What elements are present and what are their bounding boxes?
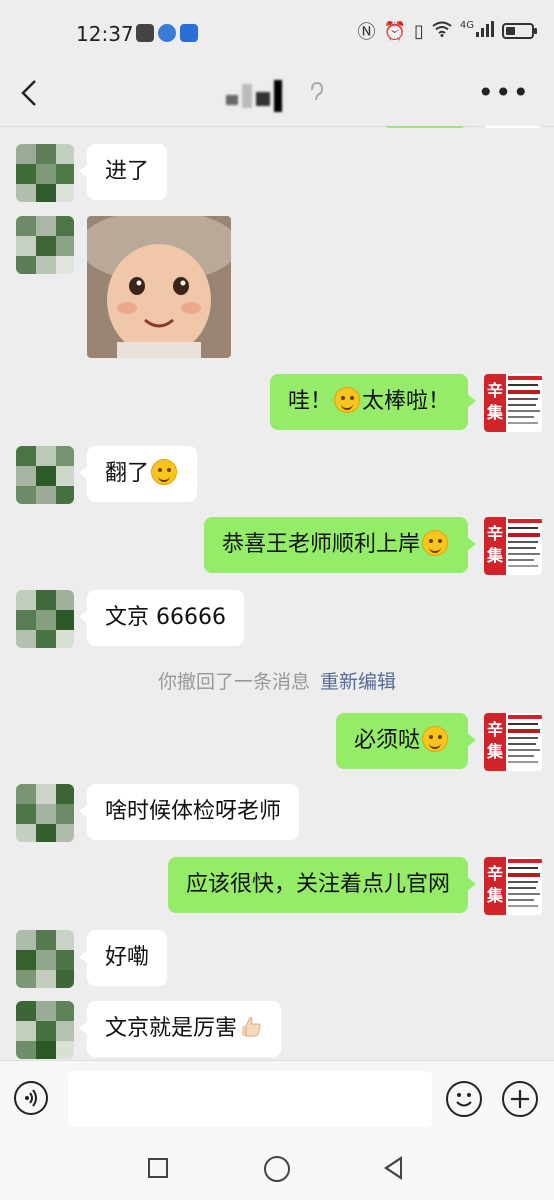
contact-avatar[interactable]	[16, 784, 74, 842]
self-avatar[interactable]: 辛集	[484, 517, 542, 575]
svg-text:辛: 辛	[487, 524, 503, 543]
message-row: 进了	[0, 144, 554, 202]
svg-text:集: 集	[486, 546, 504, 565]
contact-avatar[interactable]	[16, 1001, 74, 1059]
message-row: 翻了	[0, 446, 554, 504]
plus-icon	[511, 1090, 529, 1108]
svg-text:辛: 辛	[487, 720, 503, 739]
message-row: 文京就是厉害	[0, 1001, 554, 1059]
vibrate-icon: ▯	[413, 20, 424, 42]
status-bar: 12:37 Ⓝ ⏰ ▯ 4G	[0, 0, 554, 66]
chat-messages[interactable]: 进了 哇！ 太棒啦！ 辛集 翻了 恭喜王老师顺利上岸 辛 集 文京 66666 …	[0, 126, 554, 1060]
svg-text:辛: 辛	[487, 864, 503, 883]
more-options-button[interactable]: •••	[477, 76, 530, 109]
self-avatar[interactable]: 辛集	[484, 857, 542, 915]
more-actions-button[interactable]	[502, 1081, 538, 1117]
earpiece-icon	[310, 81, 324, 107]
re-edit-link[interactable]: 重新编辑	[320, 671, 396, 693]
message-input[interactable]	[68, 1071, 432, 1127]
battery-icon	[502, 23, 537, 39]
recall-notice: 你撤回了一条消息 重新编辑	[157, 671, 397, 693]
triangle-back-icon	[388, 1160, 400, 1176]
self-avatar[interactable]: 辛集	[484, 374, 542, 432]
svg-text:集: 集	[486, 886, 504, 905]
contact-avatar[interactable]	[16, 216, 74, 274]
message-bubble[interactable]: 文京就是厉害	[78, 1001, 282, 1057]
svg-text:集: 集	[486, 742, 504, 761]
message-row: 应该很快，关注着点儿官网 辛集	[0, 857, 554, 915]
message-bubble[interactable]: 文京 66666	[79, 590, 244, 646]
message-bubble[interactable]: 翻了	[78, 446, 198, 502]
message-row: 文京 66666	[0, 590, 554, 648]
message-row: 啥时候体检呀老师	[0, 784, 554, 842]
message-row: 恭喜王老师顺利上岸 辛集	[0, 517, 554, 575]
smirk-emoji-icon	[151, 459, 178, 485]
message-row: 好嘞	[0, 930, 554, 988]
grin-emoji-icon	[422, 530, 448, 556]
contact-avatar[interactable]	[16, 446, 74, 504]
wifi-icon	[432, 21, 452, 42]
emoji-button[interactable]	[446, 1081, 482, 1117]
contact-avatar[interactable]	[16, 930, 74, 988]
wink-emoji-icon	[422, 726, 448, 752]
chat-title-masked	[226, 80, 282, 112]
kiss-emoji-icon	[333, 387, 360, 413]
thumbs-up-emoji-icon	[239, 1005, 263, 1037]
message-bubble[interactable]: 应该很快，关注着点儿官网	[167, 857, 477, 913]
signal-icon	[476, 20, 494, 42]
chat-header: •••	[0, 66, 554, 127]
message-bubble[interactable]: 好嘞	[78, 930, 168, 986]
back-button[interactable]	[14, 78, 44, 108]
nfc-icon: Ⓝ	[357, 22, 376, 43]
input-bar	[0, 1060, 554, 1137]
message-bubble[interactable]: 必须哒	[335, 713, 477, 769]
network-type-label: 4G	[459, 19, 474, 31]
baby-photo-image[interactable]	[87, 216, 231, 358]
app-notification-icon	[136, 24, 154, 42]
voice-button[interactable]	[14, 1081, 48, 1115]
status-right-icons: Ⓝ ⏰ ▯ 4G	[357, 18, 537, 44]
contact-avatar[interactable]	[16, 144, 74, 202]
message-row: 哇！ 太棒啦！ 辛集	[0, 374, 554, 432]
chevron-left-icon	[21, 80, 36, 106]
message-bubble[interactable]: 哇！ 太棒啦！	[269, 374, 477, 430]
browser-notification-icon	[158, 24, 176, 42]
emoji-icon	[456, 1093, 472, 1107]
bulb-notification-icon	[180, 24, 198, 42]
partial-message-row	[0, 126, 554, 128]
recent-apps-button[interactable]	[148, 1158, 168, 1178]
message-bubble[interactable]: 啥时候体检呀老师	[78, 784, 300, 840]
home-button[interactable]	[264, 1156, 290, 1182]
contact-avatar[interactable]	[16, 590, 74, 648]
message-bubble[interactable]: 进了	[78, 144, 168, 200]
system-navigation-bar	[0, 1136, 554, 1200]
message-row	[0, 216, 554, 358]
voice-icon	[25, 1089, 37, 1107]
svg-text:集: 集	[486, 403, 504, 422]
svg-text:辛: 辛	[487, 381, 503, 400]
status-time: 12:37	[76, 22, 134, 46]
message-row: 必须哒 辛集	[0, 713, 554, 771]
alarm-icon: ⏰	[383, 20, 406, 42]
message-bubble[interactable]: 恭喜王老师顺利上岸	[203, 517, 477, 573]
self-avatar[interactable]: 辛集	[484, 713, 542, 771]
